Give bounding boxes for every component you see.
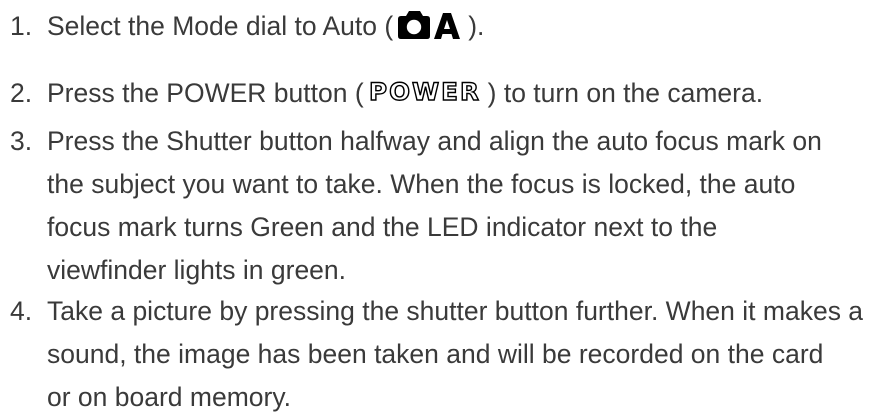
step-text: Select the Mode dial to Auto ( ).	[47, 6, 484, 46]
camera-auto-mode-icon	[396, 10, 464, 40]
step-text: Press the POWER button ( POWER ) to turn…	[47, 73, 763, 113]
instruction-list: 1. Select the Mode dial to Auto ( ). 2. …	[0, 0, 885, 412]
step-text: focus mark turns Green and the LED indic…	[47, 212, 718, 242]
step-text: Take a picture by pressing the shutter b…	[47, 296, 864, 326]
step-text: or on board memory.	[47, 382, 291, 412]
step-number: 1.	[10, 11, 33, 41]
step-text: viewfinder lights in green.	[47, 255, 347, 285]
step-number: 2.	[10, 78, 33, 108]
step-text-before-icon: Select the Mode dial to Auto (	[47, 11, 394, 41]
step-text: Press the Shutter button halfway and ali…	[47, 126, 822, 156]
step-number: 3.	[10, 126, 33, 156]
step-text: the subject you want to take. When the f…	[47, 169, 796, 199]
step-text: sound, the image has been taken and will…	[47, 339, 824, 369]
power-button-icon: POWER	[368, 81, 484, 103]
power-button-icon-label: POWER	[369, 81, 481, 103]
step-number: 4.	[10, 296, 33, 326]
step-text-after-icon: ).	[468, 11, 485, 41]
step-text-after-icon: ) to turn on the camera.	[487, 78, 764, 108]
step-text-before-icon: Press the POWER button (	[47, 78, 364, 108]
